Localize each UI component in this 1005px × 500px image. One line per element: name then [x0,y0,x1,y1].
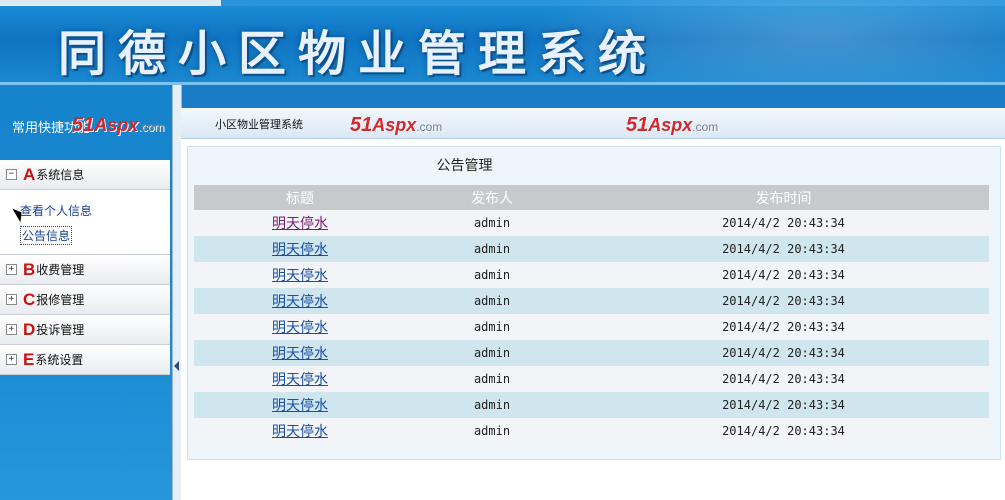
notice-title-link[interactable]: 明天停水 [272,294,328,310]
cell-publish-time: 2014/4/2 20:43:34 [578,340,989,366]
notice-title-link[interactable]: 明天停水 [272,268,328,284]
notice-title-link[interactable]: 明天停水 [272,320,328,336]
cell-publisher: admin [406,262,578,288]
table-row: 明天停水 admin 2014/4/2 20:43:34 [194,392,989,418]
cell-publish-time: 2014/4/2 20:43:34 [578,210,989,236]
cell-publisher: admin [406,418,578,444]
submenu-system-info: 查看个人信息 公告信息 [0,190,170,255]
cell-title: 明天停水 [194,210,406,236]
table-row: 明天停水 admin 2014/4/2 20:43:34 [194,288,989,314]
cell-publish-time: 2014/4/2 20:43:34 [578,366,989,392]
watermark-logo: 51Aspx.com [350,114,443,136]
menu-item-view-profile[interactable]: 查看个人信息 [20,202,92,219]
expand-icon[interactable]: + [6,294,17,305]
cell-publish-time: 2014/4/2 20:43:34 [578,236,989,262]
menu-group-complaints[interactable]: + D 投诉管理 [0,315,170,345]
menu-group-label: 投诉管理 [36,323,85,337]
collapse-arrow-icon[interactable] [174,361,179,371]
cell-publish-time: 2014/4/2 20:43:34 [578,392,989,418]
notice-title-link[interactable]: 明天停水 [272,424,328,440]
cell-title: 明天停水 [194,314,406,340]
cell-title: 明天停水 [194,288,406,314]
cell-title: 明天停水 [194,340,406,366]
breadcrumb: 小区物业管理系统 [215,118,303,131]
cell-title: 明天停水 [194,418,406,444]
cell-publisher: admin [406,340,578,366]
cell-publish-time: 2014/4/2 20:43:34 [578,314,989,340]
app-title: 同德小区物业管理系统 [58,26,659,82]
cell-publisher: admin [406,210,578,236]
cell-publisher: admin [406,314,578,340]
table-row: 明天停水 admin 2014/4/2 20:43:34 [194,418,989,444]
cell-publish-time: 2014/4/2 20:43:34 [578,262,989,288]
watermark-logo: 51Aspx.com [72,114,165,136]
expand-icon[interactable]: + [6,354,17,365]
notice-title-link[interactable]: 明天停水 [272,398,328,414]
expand-icon[interactable]: + [6,324,17,335]
main-panel: 小区物业管理系统 公告管理 标题 发布人 发布时间 明天停水 admin 2014/… [181,108,1005,500]
notice-title-link[interactable]: 明天停水 [272,216,328,232]
menu-group-label: 报修管理 [36,293,85,307]
cell-title: 明天停水 [194,392,406,418]
table-row: 明天停水 admin 2014/4/2 20:43:34 [194,340,989,366]
table-row: 明天停水 admin 2014/4/2 20:43:34 [194,262,989,288]
breadcrumb-bar: 小区物业管理系统 [181,108,1005,139]
expand-icon[interactable]: + [6,264,17,275]
cell-publisher: admin [406,288,578,314]
cell-publish-time: 2014/4/2 20:43:34 [578,288,989,314]
menu-group-letter: B [23,259,36,279]
watermark-logo: 51Aspx.com [626,114,719,136]
menu-group-letter: D [23,319,36,339]
menu-item-notices[interactable]: 公告信息 [20,226,73,245]
menu-group-repairs[interactable]: + C 报修管理 [0,285,170,315]
content-area: 公告管理 标题 发布人 发布时间 明天停水 admin 2014/4/2 20:43… [187,146,1001,460]
cell-publisher: admin [406,366,578,392]
cell-title: 明天停水 [194,366,406,392]
cell-publish-time: 2014/4/2 20:43:34 [578,418,989,444]
page-title: 公告管理 [436,158,493,174]
table-row: 明天停水 admin 2014/4/2 20:43:34 [194,236,989,262]
table-row: 明天停水 admin 2014/4/2 20:43:34 [194,210,989,236]
menu-group-letter: E [23,349,35,369]
column-header-publisher: 发布人 [406,185,578,210]
column-header-time: 发布时间 [578,185,989,210]
table-row: 明天停水 admin 2014/4/2 20:43:34 [194,314,989,340]
app-header: 同德小区物业管理系统 [0,0,1005,85]
notice-table: 标题 发布人 发布时间 明天停水 admin 2014/4/2 20:43:34 明天… [194,185,989,444]
menu-group-letter: C [23,289,36,309]
column-header-title: 标题 [194,185,406,210]
table-header-row: 标题 发布人 发布时间 [194,185,989,210]
cell-title: 明天停水 [194,262,406,288]
table-row: 明天停水 admin 2014/4/2 20:43:34 [194,366,989,392]
menu-group-settings[interactable]: + E 系统设置 [0,345,170,375]
notice-title-link[interactable]: 明天停水 [272,346,328,362]
cell-publisher: admin [406,236,578,262]
menu-group-fees[interactable]: + B 收费管理 [0,255,170,285]
notice-title-link[interactable]: 明天停水 [272,242,328,258]
cell-title: 明天停水 [194,236,406,262]
notice-title-link[interactable]: 明天停水 [272,372,328,388]
cell-publisher: admin [406,392,578,418]
menu-group-label: 系统设置 [35,353,84,367]
menu-group-label: 收费管理 [36,263,85,277]
sidebar-menu: − A 系统信息 查看个人信息 公告信息 + B 收费管理 + C 报修管理 +… [0,160,170,375]
